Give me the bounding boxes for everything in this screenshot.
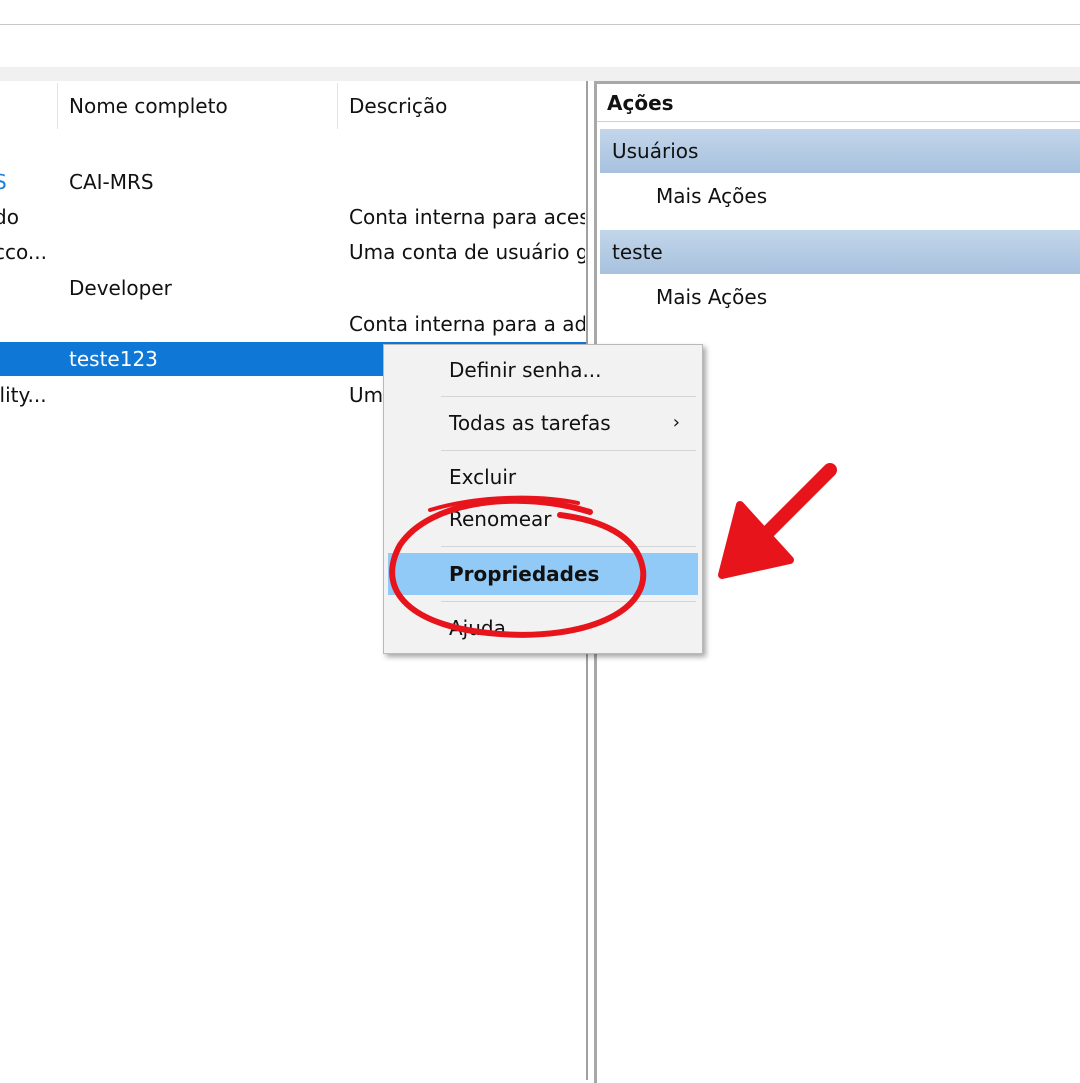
pane-gutter [0,67,1080,81]
table-cell-name [0,307,54,341]
table-cell-full-name [69,378,329,412]
table-cell-name: ility... [0,383,47,407]
table-cell-description: Uma conta de usuário g [349,240,585,264]
menu-item-properties[interactable]: Propriedades [388,553,698,595]
more-actions-link[interactable]: Mais Ações [656,176,767,216]
table-cell-name: S [0,165,54,199]
table-cell-full-name [69,200,329,234]
table-row[interactable]: cco... Uma conta de usuário g [0,235,586,269]
table-cell-name: cco... [0,240,47,264]
table-row[interactable]: Conta interna para a adr [0,307,586,341]
menu-item-delete[interactable]: Excluir [388,456,698,498]
table-cell-full-name: teste123 [69,347,158,371]
column-separator[interactable] [57,83,58,129]
context-menu: Definir senha... Todas as tarefas › Excl… [383,344,703,654]
more-actions-link[interactable]: Mais Ações [656,277,767,317]
menu-separator [441,546,696,547]
table-cell-name [0,271,54,305]
column-header-description[interactable]: Descrição [349,93,447,129]
actions-title: Ações [597,84,1080,122]
menu-separator [441,396,696,397]
menu-separator [441,601,696,602]
table-row[interactable]: Developer [0,271,586,305]
menu-separator [441,450,696,451]
table-cell-description [349,165,585,199]
table-cell-description: Conta interna para a adr [349,312,585,336]
menu-item-rename[interactable]: Renomear [388,498,698,540]
table-cell-description [349,271,585,305]
table-row[interactable]: do Conta interna para aces [0,200,586,234]
table-cell-full-name [69,307,329,341]
chevron-right-icon: › [672,412,680,433]
table-cell-full-name: Developer [69,276,172,300]
column-separator[interactable] [337,83,338,129]
table-cell-name: do [0,205,19,229]
actions-group-header-usuarios[interactable]: Usuários [600,129,1080,173]
table-cell-full-name [69,235,329,269]
toolbar-area [0,0,1080,68]
table-row[interactable]: S CAI-MRS [0,165,586,199]
menu-item-help[interactable]: Ajuda [388,607,698,649]
toolbar-divider [0,24,1080,25]
menu-item-set-password[interactable]: Definir senha... [388,349,698,391]
menu-item-label: Definir senha... [449,358,602,382]
menu-item-label: Excluir [449,465,517,489]
menu-item-label: Ajuda [449,616,506,640]
table-cell-full-name: CAI-MRS [69,170,154,194]
menu-item-all-tasks[interactable]: Todas as tarefas › [388,402,698,444]
menu-item-label: Propriedades [449,562,600,586]
table-cell-description: Conta interna para aces [349,205,585,229]
actions-group-header-teste[interactable]: teste [600,230,1080,274]
menu-item-label: Todas as tarefas [449,411,611,435]
column-header-full-name[interactable]: Nome completo [69,93,228,129]
menu-item-label: Renomear [449,507,552,531]
table-cell-name [0,342,54,376]
